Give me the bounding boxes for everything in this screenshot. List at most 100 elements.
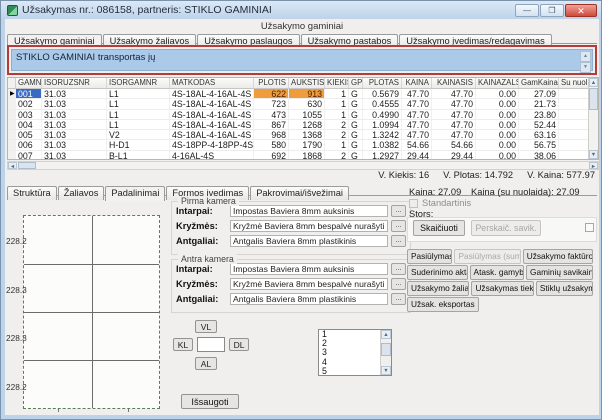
scroll-up-icon[interactable]: ▲ — [589, 78, 598, 87]
scroll-right-icon[interactable]: ► — [589, 162, 598, 169]
cell-gp[interactable]: G — [349, 120, 363, 129]
field-input-intarpai[interactable] — [230, 263, 388, 275]
cell-gp[interactable]: G — [349, 130, 363, 139]
cell-isoruzsnr[interactable]: 31.03 — [42, 89, 107, 98]
column-header-plotis[interactable]: PLOTIS — [254, 78, 289, 88]
cell-plotis[interactable]: 473 — [254, 110, 289, 119]
cell-kainazalsis[interactable]: 0.00 — [476, 120, 519, 129]
cell-su-nuol[interactable] — [559, 130, 590, 139]
cell-kainasis[interactable]: 47.70 — [432, 130, 476, 139]
cell-kaina[interactable]: 54.66 — [402, 140, 432, 149]
cell-plotis[interactable]: 580 — [254, 140, 289, 149]
field-input-kryžmės[interactable] — [230, 220, 388, 232]
cell-su-nuol[interactable] — [559, 140, 590, 149]
row-selector-cell[interactable] — [8, 130, 16, 139]
cell-kiekis[interactable]: 2 — [325, 120, 349, 129]
browse-button[interactable]: ... — [391, 205, 406, 217]
cell-kainazalsis[interactable]: 0.00 — [476, 110, 519, 119]
cell-matkodas[interactable]: 4S-18AL-4-16AL-4S — [170, 89, 254, 98]
listbox-item[interactable]: 2 — [319, 339, 380, 348]
titlebar[interactable]: Užsakymas nr.: 086158, partneris: STIKLO… — [1, 1, 602, 19]
column-header-kiekis[interactable]: KIEKIS — [325, 78, 349, 88]
listbox-item[interactable]: 4 — [319, 358, 380, 367]
cell-kaina[interactable]: 29.44 — [402, 151, 432, 159]
subtab-pakrovimai-išvežimai[interactable]: Pakrovimai/išvežimai — [250, 186, 349, 200]
scroll-down-icon[interactable]: ▼ — [381, 366, 391, 375]
row-selector-cell[interactable] — [8, 151, 16, 159]
cell-isorgamnr[interactable]: H-D1 — [107, 140, 170, 149]
cell-kainasis[interactable]: 54.66 — [432, 140, 476, 149]
field-input-kryžmės[interactable] — [230, 278, 388, 290]
action-stiklų-užsakymas[interactable]: Stiklų užsakymas — [536, 281, 593, 296]
kl-button[interactable]: KL — [173, 338, 193, 351]
cell-isorgamnr[interactable]: L1 — [107, 89, 170, 98]
cell-aukstis[interactable]: 913 — [289, 89, 325, 98]
listbox-item[interactable]: 3 — [319, 348, 380, 357]
minimize-button[interactable]: — — [515, 4, 539, 17]
spinner-up-icon[interactable]: ▲ — [580, 51, 591, 62]
action-suderinimo-aktas[interactable]: Suderinimo aktas — [407, 265, 468, 280]
cell-isoruzsnr[interactable]: 31.03 — [42, 151, 107, 159]
cell-gamkaina[interactable]: 23.80 — [519, 110, 559, 119]
cell-isoruzsnr[interactable]: 31.03 — [42, 120, 107, 129]
table-row[interactable]: 00631.03H-D14S-18PP-4-18PP-4S58017901G1.… — [8, 140, 598, 150]
action-pasiūlymas-sum[interactable]: Pasiūlymas (sum) — [454, 249, 520, 264]
cell-matkodas[interactable]: 4S-18AL-4-16AL-4S — [170, 120, 254, 129]
cell-aukstis[interactable]: 1268 — [289, 120, 325, 129]
column-header-kainasis[interactable]: KAINASIS — [432, 78, 476, 88]
cell-plotas[interactable]: 1.2927 — [363, 151, 402, 159]
row-selector-cell[interactable] — [8, 140, 16, 149]
glass-division-diagram[interactable]: 228.2228.3228.3228.2 — [23, 215, 160, 409]
cell-isoruzsnr[interactable]: 31.03 — [42, 130, 107, 139]
browse-button[interactable]: ... — [391, 278, 406, 290]
column-header-matkodas[interactable]: MATKODAS — [170, 78, 254, 88]
table-horizontal-scrollbar[interactable]: ◄ ► — [7, 161, 599, 170]
cell-isorgamnr[interactable]: L1 — [107, 99, 170, 108]
cell-matkodas[interactable]: 4S-18PP-4-18PP-4S — [170, 140, 254, 149]
cell-gp[interactable]: G — [349, 89, 363, 98]
action-pasiūlymas[interactable]: Pasiūlymas — [407, 249, 452, 264]
cell-gamkaina[interactable]: 56.75 — [519, 140, 559, 149]
subtab-padalinimai[interactable]: Padalinimai — [105, 186, 165, 201]
table-row[interactable]: 00331.03L14S-18AL-4-16AL-4S47310551G0.49… — [8, 110, 598, 120]
cell-gp[interactable]: G — [349, 140, 363, 149]
cell-plotas[interactable]: 1.3242 — [363, 130, 402, 139]
division-value-input[interactable] — [197, 337, 225, 352]
column-header-gamn[interactable]: GAMN — [16, 78, 42, 88]
action-užsakymo-faktūros[interactable]: Užsakymo faktūros — [523, 249, 593, 264]
cell-gamkaina[interactable]: 27.09 — [519, 89, 559, 98]
cell-su-nuol[interactable] — [559, 99, 590, 108]
cell-kaina[interactable]: 47.70 — [402, 110, 432, 119]
row-selector-cell[interactable] — [8, 99, 16, 108]
action-atask-gamybai[interactable]: Atask. gamybai — [470, 265, 525, 280]
scroll-left-icon[interactable]: ◄ — [8, 162, 17, 169]
action-gaminių-savikainos[interactable]: Gaminių savikainos — [526, 265, 593, 280]
cell-gp[interactable]: G — [349, 110, 363, 119]
cell-plotas[interactable]: 0.5679 — [363, 89, 402, 98]
table-vertical-scrollbar[interactable]: ▲ ▼ — [588, 78, 598, 159]
cell-kainasis[interactable]: 47.70 — [432, 99, 476, 108]
table-row[interactable]: 00431.03L14S-18AL-4-16AL-4S86712682G1.09… — [8, 120, 598, 130]
cell-gamkaina[interactable]: 38.06 — [519, 151, 559, 159]
cell-plotas[interactable]: 0.4555 — [363, 99, 402, 108]
vscroll-thumb[interactable] — [589, 88, 598, 110]
listbox-scrollbar[interactable]: ▲ ▼ — [380, 330, 391, 375]
subtab-struktūra[interactable]: Struktūra — [7, 186, 57, 200]
cell-kiekis[interactable]: 2 — [325, 130, 349, 139]
row-selector-cell[interactable]: ▶ — [8, 89, 16, 98]
action-užsakymo-žaliavos[interactable]: Užsakymo žaliavos — [407, 281, 469, 296]
browse-button[interactable]: ... — [391, 235, 406, 247]
cell-gamn[interactable]: 004 — [16, 120, 42, 129]
cell-gamkaina[interactable]: 21.73 — [519, 99, 559, 108]
field-input-antgaliai[interactable] — [230, 235, 388, 247]
cell-gamkaina[interactable]: 63.16 — [519, 130, 559, 139]
cell-gamn[interactable]: 001 — [16, 89, 42, 98]
dl-button[interactable]: DL — [229, 338, 249, 351]
cell-su-nuol[interactable] — [559, 110, 590, 119]
perskaiciuoti-savikaina-button[interactable]: Perskaič. savik. — [471, 220, 541, 236]
cell-su-nuol[interactable] — [559, 120, 590, 129]
vl-button[interactable]: VL — [195, 320, 217, 333]
subtab-žaliavos[interactable]: Žaliavos — [58, 186, 105, 200]
cell-kaina[interactable]: 47.70 — [402, 99, 432, 108]
cell-isorgamnr[interactable]: L1 — [107, 120, 170, 129]
